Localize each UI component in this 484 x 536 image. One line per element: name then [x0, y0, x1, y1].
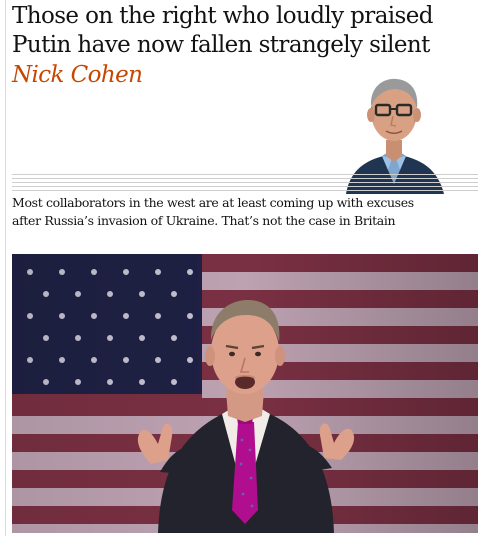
article-main-photo[interactable] — [12, 254, 478, 533]
article-card[interactable]: Those on the right who loudly praised Pu… — [0, 0, 484, 536]
column-rule — [5, 0, 6, 536]
article-header: Those on the right who loudly praised Pu… — [12, 0, 478, 196]
decorative-divider-lines — [12, 174, 478, 192]
article-standfirst: Most collaborators in the west are at le… — [12, 195, 414, 228]
article-headline[interactable]: Those on the right who loudly praised Pu… — [12, 2, 442, 60]
author-byline[interactable]: Nick Cohen — [12, 60, 143, 90]
